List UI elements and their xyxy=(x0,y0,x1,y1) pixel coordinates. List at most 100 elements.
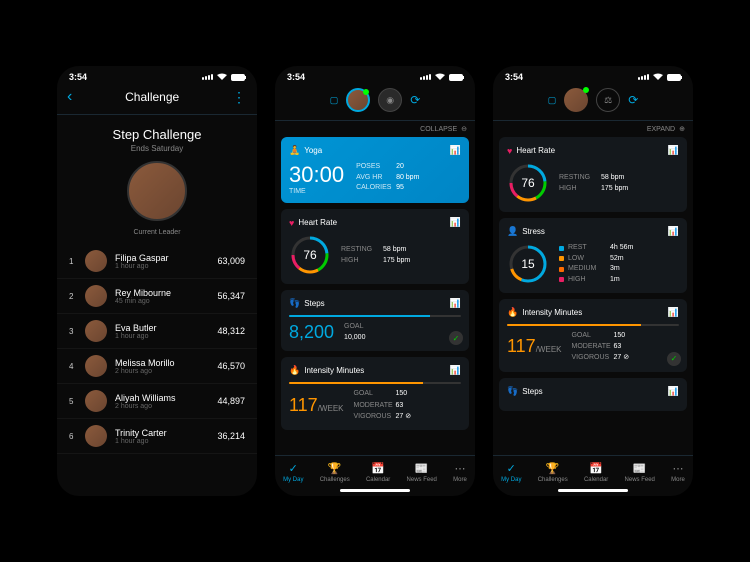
leaderboard-row[interactable]: 3Eva Butler1 hour ago48,312 xyxy=(57,314,257,349)
heart-icon: ♥ xyxy=(507,146,512,156)
expand-icon[interactable]: ⊕ xyxy=(679,125,685,133)
sync-button[interactable]: ⟳ xyxy=(628,93,638,107)
steps-card[interactable]: 👣Steps📊 8,200GOAL10,000 ✓ xyxy=(281,290,469,351)
battery-icon xyxy=(667,74,681,81)
leader-label: Current Leader xyxy=(57,229,257,236)
expand-button[interactable]: EXPAND xyxy=(647,126,675,133)
signal-icon xyxy=(202,74,213,80)
nav-myday[interactable]: ✓My Day xyxy=(283,462,303,483)
feed-icon: 📰 xyxy=(633,462,647,475)
nav-challenges[interactable]: 🏆Challenges xyxy=(320,462,350,483)
top-nav: ▢ ⚖ ⟳ xyxy=(493,84,693,121)
calendar-icon: 📅 xyxy=(371,462,385,475)
challenge-ends: Ends Saturday xyxy=(57,144,257,153)
bottom-nav: ✓My Day 🏆Challenges 📅Calendar 📰News Feed… xyxy=(275,455,475,487)
inbox-icon[interactable]: ▢ xyxy=(548,95,557,106)
chart-icon[interactable]: 📊 xyxy=(668,226,679,237)
profile-avatar[interactable] xyxy=(564,88,588,112)
nav-more[interactable]: ⋯More xyxy=(671,462,685,483)
leader-avatar[interactable] xyxy=(127,161,187,221)
battery-icon xyxy=(231,74,245,81)
back-button[interactable]: ‹ xyxy=(67,88,72,106)
hr-gauge: 76 xyxy=(289,234,331,276)
yoga-card[interactable]: 🧘Yoga📊 30:00TIME POSES20 AVG HR80 bpm CA… xyxy=(281,137,469,203)
more-icon: ⋯ xyxy=(454,462,465,475)
chart-icon[interactable]: 📊 xyxy=(450,145,461,156)
profile-avatar[interactable] xyxy=(346,88,370,112)
stress-gauge: 15 xyxy=(507,243,549,285)
status-bar: 3:54 xyxy=(57,66,257,84)
nav-challenges[interactable]: 🏆Challenges xyxy=(538,462,568,483)
phone-myday-expanded: 3:54 ▢ ◉ ⟳ COLLAPSE ⊖ 🧘Yoga📊 30:00TIME PO… xyxy=(275,66,475,496)
leaderboard: 1Filipa Gaspar1 hour ago63,009 2Rey Mibo… xyxy=(57,244,257,496)
feed-icon: 📰 xyxy=(415,462,429,475)
chart-icon[interactable]: 📊 xyxy=(450,365,461,376)
heart-rate-card[interactable]: ♥Heart Rate📊 76 RESTING58 bpmHIGH175 bpm xyxy=(281,209,469,284)
avatar xyxy=(85,250,107,272)
page-title: Challenge xyxy=(125,90,179,104)
calendar-icon: 📅 xyxy=(589,462,603,475)
intensity-icon: 🔥 xyxy=(507,307,518,318)
check-icon: ✓ xyxy=(507,462,516,475)
intensity-card[interactable]: 🔥Intensity Minutes📊 117/WEEK GOAL150MODE… xyxy=(499,299,687,372)
phone-challenge: 3:54 ‹ Challenge ⋮ Step Challenge Ends S… xyxy=(57,66,257,496)
battery-icon xyxy=(449,74,463,81)
nav-calendar[interactable]: 📅Calendar xyxy=(366,462,390,483)
check-icon: ✓ xyxy=(289,462,298,475)
status-bar: 3:54 xyxy=(493,66,693,84)
phone-myday-collapsed: 3:54 ▢ ⚖ ⟳ EXPAND ⊕ ♥Heart Rate📊 76 RESTI… xyxy=(493,66,693,496)
menu-button[interactable]: ⋮ xyxy=(232,89,247,106)
steps-card[interactable]: 👣Steps📊 xyxy=(499,378,687,411)
steps-icon: 👣 xyxy=(289,298,300,309)
chart-icon[interactable]: 📊 xyxy=(450,217,461,228)
avatar xyxy=(85,355,107,377)
check-badge: ✓ xyxy=(667,352,681,366)
avatar xyxy=(85,320,107,342)
intensity-icon: 🔥 xyxy=(289,365,300,376)
heart-rate-card[interactable]: ♥Heart Rate📊 76 RESTING58 bpmHIGH175 bpm xyxy=(499,137,687,212)
more-icon: ⋯ xyxy=(672,462,683,475)
stress-icon: 👤 xyxy=(507,226,518,237)
chart-icon[interactable]: 📊 xyxy=(668,307,679,318)
collapse-icon[interactable]: ⊖ xyxy=(461,125,467,133)
nav-newsfeed[interactable]: 📰News Feed xyxy=(625,462,655,483)
trophy-icon: 🏆 xyxy=(546,462,560,475)
inbox-icon[interactable]: ▢ xyxy=(330,95,339,106)
leaderboard-row[interactable]: 4Melissa Morillo2 hours ago46,570 xyxy=(57,349,257,384)
home-indicator[interactable] xyxy=(558,489,628,492)
collapse-button[interactable]: COLLAPSE xyxy=(420,126,457,133)
hr-gauge: 76 xyxy=(507,162,549,204)
wifi-icon xyxy=(652,73,664,81)
leaderboard-row[interactable]: 2Rey Mibourne45 min ago56,347 xyxy=(57,279,257,314)
sync-button[interactable]: ⟳ xyxy=(410,93,420,107)
status-bar: 3:54 xyxy=(275,66,475,84)
nav-myday[interactable]: ✓My Day xyxy=(501,462,521,483)
status-time: 3:54 xyxy=(505,72,523,82)
bottom-nav: ✓My Day 🏆Challenges 📅Calendar 📰News Feed… xyxy=(493,455,693,487)
nav-newsfeed[interactable]: 📰News Feed xyxy=(407,462,437,483)
signal-icon xyxy=(638,74,649,80)
device-scale[interactable]: ⚖ xyxy=(596,88,620,112)
wifi-icon xyxy=(216,73,228,81)
device-watch[interactable]: ◉ xyxy=(378,88,402,112)
intensity-card[interactable]: 🔥Intensity Minutes📊 117/WEEK GOAL150MODE… xyxy=(281,357,469,430)
nav-more[interactable]: ⋯More xyxy=(453,462,467,483)
leaderboard-row[interactable]: 1Filipa Gaspar1 hour ago63,009 xyxy=(57,244,257,279)
leaderboard-row[interactable]: 5Aliyah Williams2 hours ago44,897 xyxy=(57,384,257,419)
challenge-name: Step Challenge xyxy=(57,127,257,142)
signal-icon xyxy=(420,74,431,80)
leaderboard-row[interactable]: 6Trinity Carter1 hour ago36,214 xyxy=(57,419,257,454)
chart-icon[interactable]: 📊 xyxy=(668,145,679,156)
status-time: 3:54 xyxy=(69,72,87,82)
yoga-icon: 🧘 xyxy=(289,145,300,156)
nav-calendar[interactable]: 📅Calendar xyxy=(584,462,608,483)
chart-icon[interactable]: 📊 xyxy=(668,386,679,397)
top-nav: ▢ ◉ ⟳ xyxy=(275,84,475,121)
wifi-icon xyxy=(434,73,446,81)
home-indicator[interactable] xyxy=(340,489,410,492)
heart-icon: ♥ xyxy=(289,218,294,228)
trophy-icon: 🏆 xyxy=(328,462,342,475)
stress-card[interactable]: 👤Stress📊 15 REST4h 56m LOW52m MEDIUM3m H… xyxy=(499,218,687,293)
status-time: 3:54 xyxy=(287,72,305,82)
chart-icon[interactable]: 📊 xyxy=(450,298,461,309)
